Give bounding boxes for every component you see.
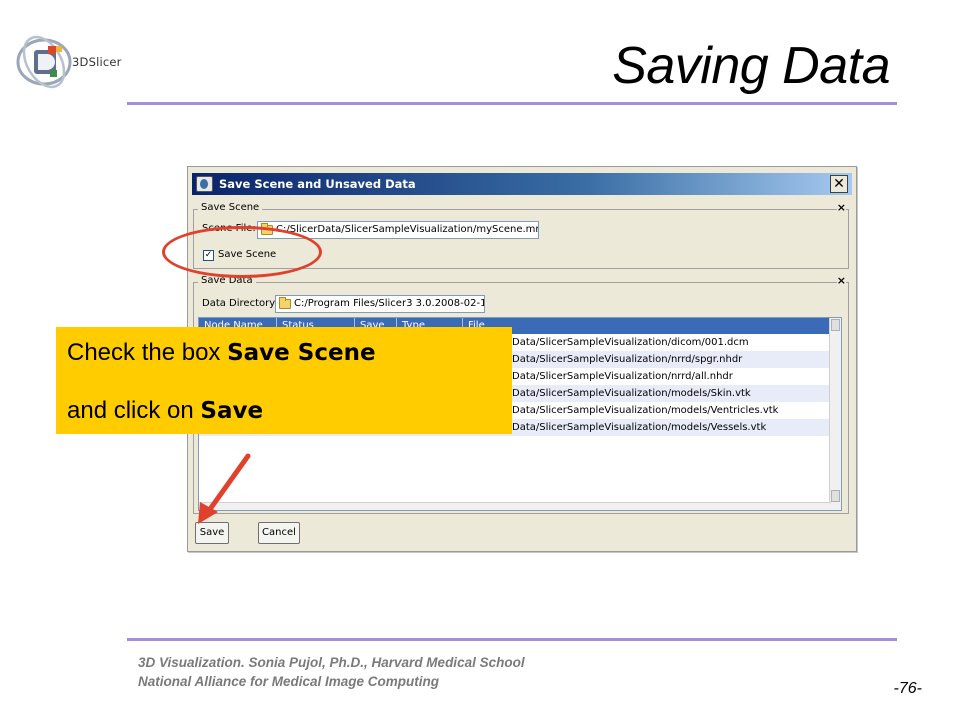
table-vertical-scrollbar[interactable] — [829, 318, 841, 510]
scroll-up-arrow[interactable] — [831, 319, 840, 331]
callout-line-2-bold: Save — [200, 398, 264, 424]
data-directory-path: C:/Program Files/Slicer3 3.0.2008-02-13/ — [294, 298, 485, 309]
save-scene-collapse-icon[interactable]: × — [836, 201, 846, 214]
callout-line-1-bold: Save Scene — [227, 340, 376, 366]
folder-icon[interactable] — [279, 297, 291, 309]
callout-line-1: Check the box Save Scene — [67, 339, 376, 367]
callout-line-2-text: and click on — [67, 397, 201, 424]
logo-text: 3DSlicer — [72, 55, 122, 69]
dialog-titlebar[interactable]: Save Scene and Unsaved Data ✕ — [192, 173, 852, 195]
logo-text-prefix: 3D — [72, 55, 89, 69]
row-file: Data/SlicerSampleVisualization/dicom/001… — [512, 337, 749, 348]
column-header-file[interactable]: File — [463, 318, 831, 334]
row-file: Data/SlicerSampleVisualization/models/Sk… — [512, 388, 751, 399]
red-arrow-icon — [198, 453, 251, 524]
close-button[interactable]: ✕ — [830, 175, 848, 193]
table-horizontal-scrollbar[interactable] — [199, 502, 831, 510]
footer-divider — [127, 638, 897, 641]
footer-organization: National Alliance for Medical Image Comp… — [138, 674, 440, 689]
logo-text-suffix: Slicer — [88, 55, 122, 69]
callout-line-2: and click on Save — [67, 397, 263, 425]
row-file: Data/SlicerSampleVisualization/nrrd/spgr… — [512, 354, 743, 365]
data-directory-label: Data Directory: — [202, 298, 278, 309]
instruction-callout: Check the box Save Scene and click on Sa… — [56, 327, 512, 434]
page-number: -76- — [893, 680, 922, 697]
slide-title: Saving Data — [612, 37, 890, 95]
row-file: Data/SlicerSampleVisualization/models/Ve… — [512, 405, 779, 416]
highlight-ellipse — [162, 226, 322, 278]
cancel-button[interactable]: Cancel — [258, 522, 300, 544]
row-file: Data/SlicerSampleVisualization/nrrd/all.… — [512, 371, 733, 382]
app-icon — [196, 176, 213, 192]
dialog-title: Save Scene and Unsaved Data — [219, 177, 416, 191]
save-data-collapse-icon[interactable]: × — [836, 274, 846, 287]
footer-credit: 3D Visualization. Sonia Pujol, Ph.D., Ha… — [138, 655, 525, 670]
scroll-down-arrow[interactable] — [831, 490, 840, 502]
title-divider — [127, 102, 897, 105]
row-file: Data/SlicerSampleVisualization/models/Ve… — [512, 422, 767, 433]
data-directory-field[interactable]: C:/Program Files/Slicer3 3.0.2008-02-13/ — [275, 295, 485, 313]
save-scene-group-label: Save Scene — [198, 202, 263, 213]
callout-line-1-text: Check the box — [67, 339, 228, 366]
scene-file-path: C:/SlicerData/SlicerSampleVisualization/… — [276, 224, 539, 235]
